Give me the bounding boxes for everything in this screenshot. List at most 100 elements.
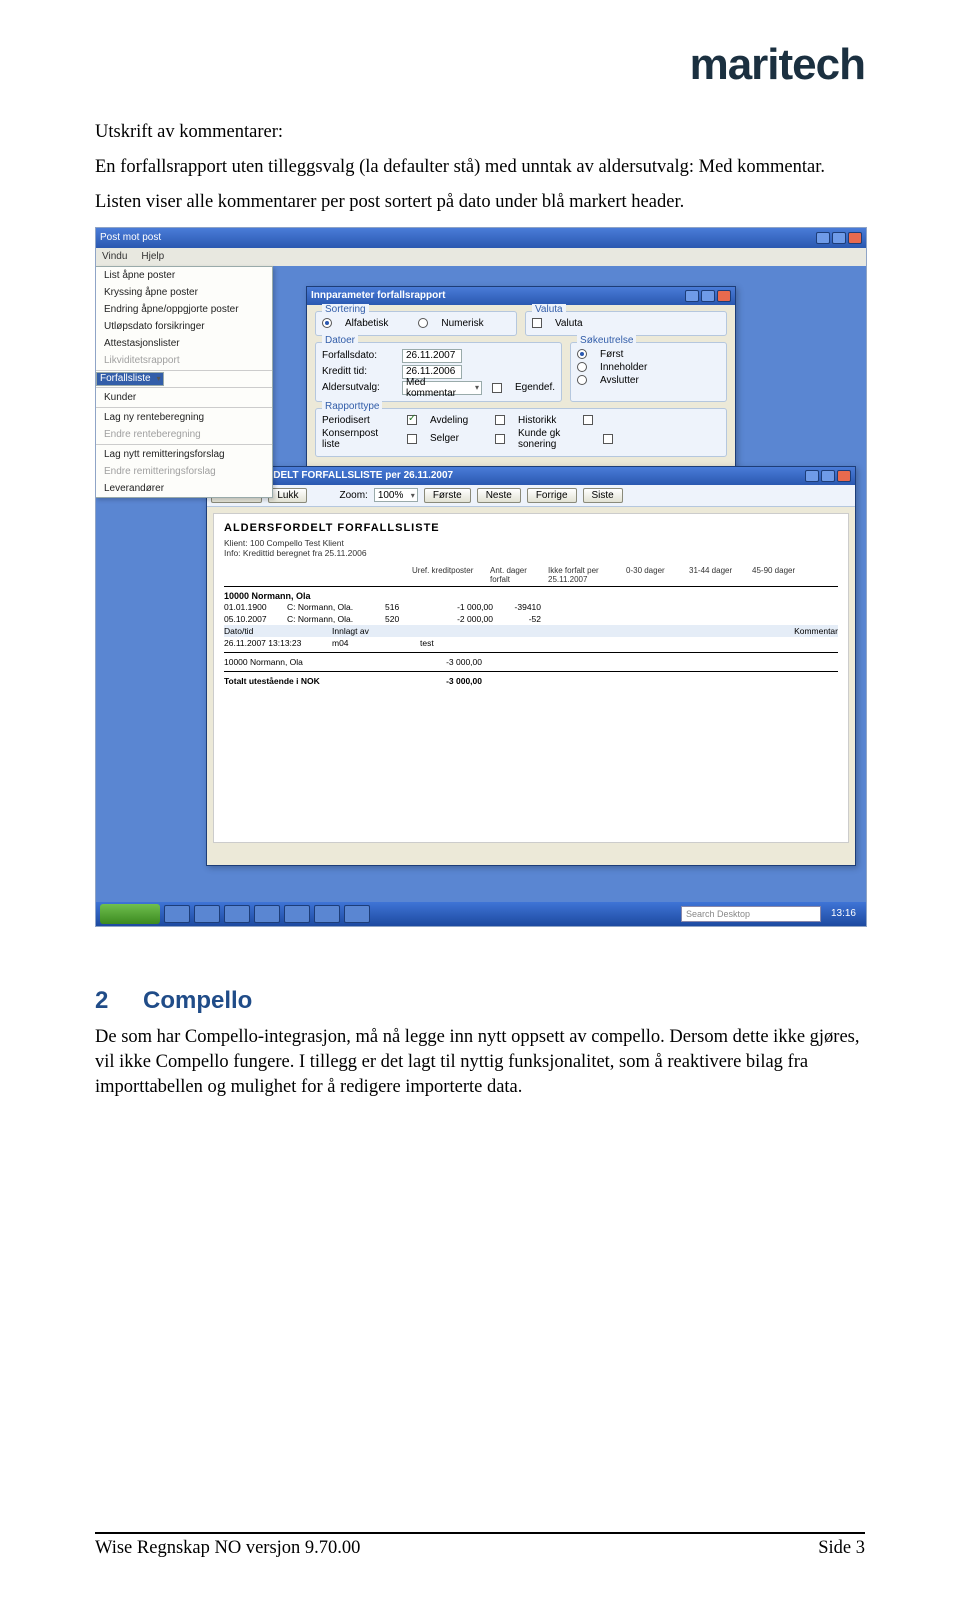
label: Numerisk <box>441 318 483 329</box>
label: Avdeling <box>430 415 485 426</box>
neste-button[interactable]: Neste <box>477 488 521 503</box>
menu-hjelp[interactable]: Hjelp <box>141 251 164 262</box>
check-avdeling[interactable] <box>495 415 505 425</box>
close-icon[interactable] <box>837 470 851 482</box>
footer-left: Wise Regnskap NO versjon 9.70.00 <box>95 1538 360 1559</box>
maximize-icon[interactable] <box>701 290 715 302</box>
check-valuta[interactable] <box>532 318 542 328</box>
section-heading: 2Compello <box>95 987 865 1015</box>
dd-item[interactable]: Kunder <box>96 389 272 406</box>
dd-item[interactable]: Lag ny renteberegning <box>96 409 272 426</box>
app-screenshot: Post mot post Vindu Hjelp List åpne post… <box>95 227 867 927</box>
label: Valuta <box>555 318 583 329</box>
check-kundegk[interactable] <box>603 434 613 444</box>
group-sortering: Sortering <box>322 304 369 315</box>
label: Alfabetisk <box>345 318 388 329</box>
label: Aldersutvalg: <box>322 382 392 393</box>
minimize-icon[interactable] <box>805 470 819 482</box>
forrige-button[interactable]: Forrige <box>527 488 577 503</box>
dd-item[interactable]: Lag nytt remitteringsforslag <box>96 446 272 463</box>
label: Først <box>600 349 623 360</box>
forfallsdato-input[interactable]: 26.11.2007 <box>402 349 462 363</box>
menu-vindu[interactable]: Vindu <box>102 251 127 262</box>
col-head: 31-44 dager <box>689 566 744 584</box>
cell: -52 <box>501 614 541 624</box>
section-title: Compello <box>143 987 252 1014</box>
cell: -3 000,00 <box>412 676 482 686</box>
radio-avslutter[interactable] <box>577 375 587 385</box>
zoom-select[interactable]: 100% <box>374 488 418 502</box>
radio-numerisk[interactable] <box>418 318 428 328</box>
dd-item[interactable]: Utløpsdato forsikringer <box>96 318 272 335</box>
titlebar: Post mot post <box>96 228 866 248</box>
taskbar-item[interactable] <box>344 905 370 923</box>
cell: 26.11.2007 13:13:23 <box>224 638 324 648</box>
dd-item: Likviditetsrapport <box>96 352 272 369</box>
close-icon[interactable] <box>717 290 731 302</box>
intro-p1: En forfallsrapport uten tilleggsvalg (la… <box>95 155 865 180</box>
cell: -3 000,00 <box>412 657 482 667</box>
check-periodisert[interactable] <box>407 415 417 425</box>
close-icon[interactable] <box>848 232 862 244</box>
col-head: Uref. kreditposter <box>412 566 482 584</box>
cell: Totalt utestående i NOK <box>224 676 404 686</box>
minimize-icon[interactable] <box>685 290 699 302</box>
group-valuta: Valuta <box>532 304 566 315</box>
group-datoer: Datoer <box>322 335 358 346</box>
check-egendef[interactable] <box>492 383 502 393</box>
dd-item: Endre remitteringsforslag <box>96 463 272 480</box>
dd-item[interactable]: Attestasjonslister <box>96 335 272 352</box>
dd-item-selected[interactable]: Forfallsliste <box>96 372 164 386</box>
value: 100 Compello Test Klient <box>250 538 344 548</box>
taskbar-item[interactable] <box>254 905 280 923</box>
cell: C: Normann, Ola. <box>287 602 377 612</box>
minimize-icon[interactable] <box>816 232 830 244</box>
start-button[interactable] <box>100 904 160 924</box>
dd-item[interactable]: Endring åpne/oppgjorte poster <box>96 301 272 318</box>
taskbar: Search Desktop 13:16 <box>96 902 866 926</box>
cell: -1 000,00 <box>423 602 493 612</box>
search-desktop-input[interactable]: Search Desktop <box>681 906 821 922</box>
taskbar-item[interactable] <box>194 905 220 923</box>
radio-alfabetisk[interactable] <box>322 318 332 328</box>
label: Klient: <box>224 538 248 548</box>
label: Egendef. <box>515 382 555 393</box>
check-selger[interactable] <box>495 434 505 444</box>
maximize-icon[interactable] <box>832 232 846 244</box>
cell: -2 000,00 <box>423 614 493 624</box>
col-head: Ant. dager forfalt <box>490 566 540 584</box>
dd-item[interactable]: List åpne poster <box>96 267 272 284</box>
radio-forst[interactable] <box>577 349 587 359</box>
col-head: Ikke forfalt per 25.11.2007 <box>548 566 618 584</box>
dd-item[interactable]: Leverandører <box>96 480 272 497</box>
taskbar-item[interactable] <box>284 905 310 923</box>
page-footer: Wise Regnskap NO versjon 9.70.00 Side 3 <box>95 1532 865 1559</box>
radio-inneholder[interactable] <box>577 362 587 372</box>
taskbar-item[interactable] <box>164 905 190 923</box>
group-rapporttype: Rapporttype <box>322 401 382 412</box>
col-head: 45-90 dager <box>752 566 807 584</box>
taskbar-item[interactable] <box>314 905 340 923</box>
check-konsernpost[interactable] <box>407 434 417 444</box>
comment-header: Dato/tid Innlagt av Kommentar <box>224 625 838 637</box>
siste-button[interactable]: Siste <box>583 488 623 503</box>
col-head: 0-30 dager <box>626 566 681 584</box>
taskbar-item[interactable] <box>224 905 250 923</box>
label: Inneholder <box>600 362 647 373</box>
maximize-icon[interactable] <box>821 470 835 482</box>
lukk-button[interactable]: Lukk <box>268 488 307 503</box>
param-window: Innparameter forfallsrapport Sortering A… <box>306 286 736 476</box>
cell: 516 <box>385 602 415 612</box>
aldersutvalg-select[interactable]: Med kommentar <box>402 381 482 395</box>
customer-row: 10000 Normann, Ola <box>224 591 838 601</box>
menubar: Vindu Hjelp <box>96 248 866 266</box>
section2-p: De som har Compello-integrasjon, må nå l… <box>95 1025 865 1100</box>
forste-button[interactable]: Første <box>424 488 471 503</box>
param-title: Innparameter forfallsrapport <box>311 290 445 301</box>
dd-item[interactable]: Kryssing åpne poster <box>96 284 272 301</box>
cell: 01.01.1900 <box>224 602 279 612</box>
report-toolbar: Skriv ut Lukk Zoom: 100% Første Neste Fo… <box>207 485 855 507</box>
check-historikk[interactable] <box>583 415 593 425</box>
cell: 520 <box>385 614 415 624</box>
cell: test <box>420 638 434 648</box>
